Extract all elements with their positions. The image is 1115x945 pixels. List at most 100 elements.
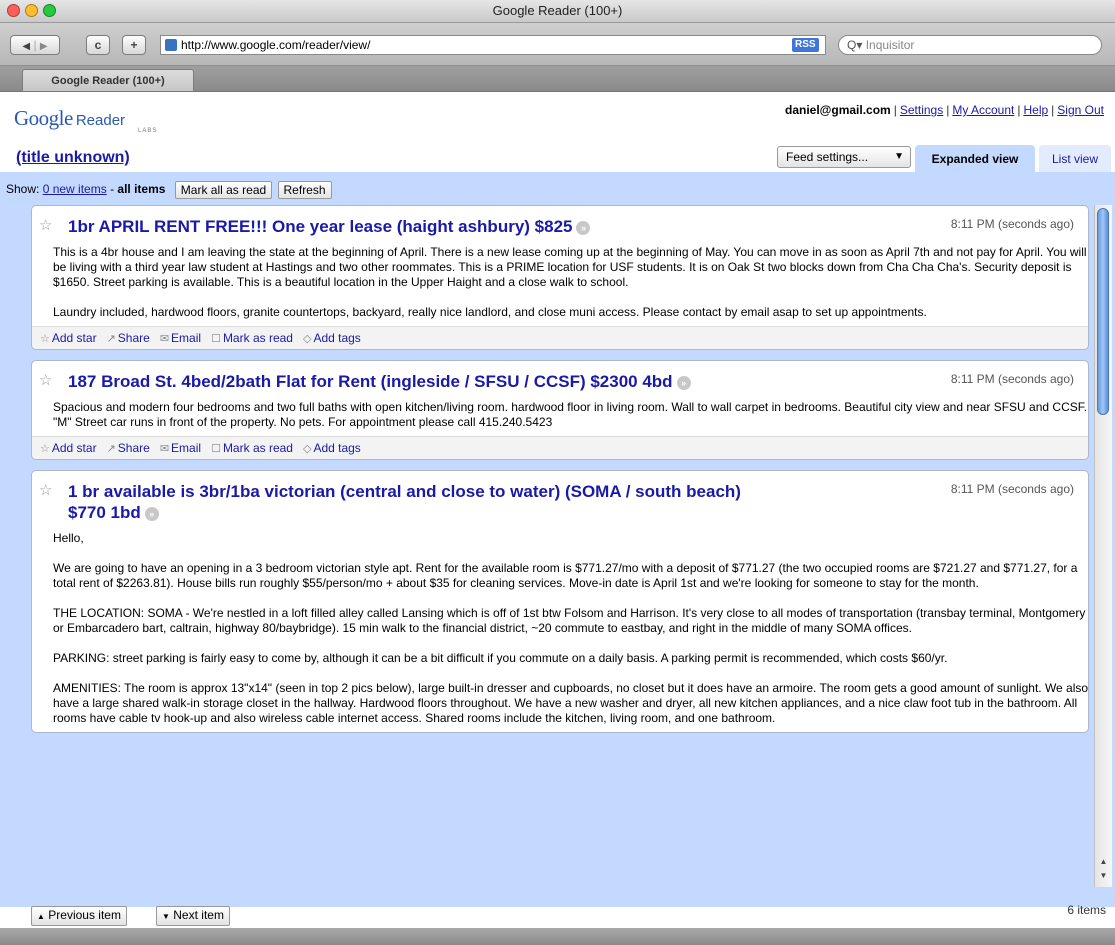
entry-paragraph: We are going to have an opening in a 3 b…: [53, 561, 1078, 590]
entry-action-add-star[interactable]: ☆ Add star: [40, 331, 97, 345]
entries-viewer: Show: 0 new items - all items Mark all a…: [0, 172, 1115, 926]
entry-star-icon[interactable]: ☆: [39, 216, 52, 234]
entry-action-label: Email: [171, 441, 202, 455]
entry-body: This is a 4br house and I am leaving the…: [53, 237, 1089, 326]
entry-main: ☆ 187 Broad St. 4bed/2bath Flat for Rent …: [32, 361, 1088, 436]
next-item-button[interactable]: ▼ Next item: [156, 906, 230, 926]
show-bar: Show: 0 new items - all items Mark all a…: [6, 179, 332, 199]
checkbox-icon: ☐: [211, 333, 221, 345]
entry-body: Spacious and modern four bedrooms and tw…: [53, 392, 1089, 436]
browser-toolbar: ◀ | ▶ c + http://www.google.com/reader/v…: [0, 23, 1115, 66]
entry-card[interactable]: ☆ 187 Broad St. 4bed/2bath Flat for Rent …: [31, 360, 1089, 460]
scrollbar[interactable]: ▲ ▼: [1094, 205, 1112, 887]
entry-paragraph: PARKING: street parking is fairly easy t…: [53, 651, 948, 665]
entry-action-share[interactable]: ↗ Share: [107, 441, 150, 455]
scrollbar-thumb[interactable]: [1097, 208, 1109, 415]
goto-link-icon[interactable]: »: [144, 506, 159, 521]
add-bookmark-button[interactable]: +: [122, 35, 146, 55]
star-outline-icon: ☆: [40, 333, 50, 345]
logo-reader-text: Reader: [75, 112, 126, 129]
browser-tab[interactable]: Google Reader (100+): [22, 69, 194, 91]
entry-action-add-tags[interactable]: ◇ Add tags: [303, 441, 361, 455]
previous-item-button[interactable]: ▲ Previous item: [31, 906, 127, 926]
entry-action-share[interactable]: ↗ Share: [107, 331, 150, 345]
entry-action-email[interactable]: ✉ Email: [160, 331, 201, 345]
entry-paragraph: AMENITIES: The room is approx 13"x14" (s…: [53, 681, 1089, 725]
entry-paragraph: This is a 4br house and I am leaving the…: [53, 245, 1087, 289]
back-arrow-icon[interactable]: ◀: [22, 41, 30, 52]
tab-list-view[interactable]: List view: [1039, 145, 1111, 172]
rss-button[interactable]: RSS: [792, 38, 819, 52]
back-forward-control[interactable]: ◀ | ▶: [10, 35, 60, 55]
show-dash: -: [110, 182, 115, 196]
entry-action-mark-as-read[interactable]: ☐ Mark as read: [211, 331, 293, 345]
window-title: Google Reader (100+): [492, 3, 623, 18]
entry-action-mark-as-read[interactable]: ☐ Mark as read: [211, 441, 293, 455]
entry-action-label: Share: [117, 441, 150, 455]
dropdown-arrow-icon: ▼: [894, 151, 904, 162]
up-triangle-icon: ▲: [37, 912, 45, 921]
logo-google-text: Google: [14, 106, 73, 130]
feed-settings-label: Feed settings...: [786, 150, 869, 164]
google-reader-logo[interactable]: Google Reader LABS: [14, 106, 156, 136]
user-bar: daniel@gmail.com | Settings | My Account | Hel…: [784, 103, 1104, 117]
scroll-down-arrow-icon[interactable]: ▼: [1095, 869, 1112, 883]
entry-title-text[interactable]: 187 Broad St. 4bed/2bath Flat for Rent (…: [68, 372, 673, 391]
entry-action-email[interactable]: ✉ Email: [160, 441, 201, 455]
share-icon: ↗: [106, 443, 116, 455]
entry-main: ☆ 1 br available is 3br/1ba victorian (ce…: [32, 471, 1088, 732]
entry-action-add-star[interactable]: ☆ Add star: [40, 441, 97, 455]
entry-star-icon[interactable]: ☆: [39, 371, 52, 389]
settings-link[interactable]: Settings: [900, 103, 943, 117]
entry-action-label: Add tags: [313, 331, 361, 345]
entry-title[interactable]: 187 Broad St. 4bed/2bath Flat for Rent (…: [68, 371, 768, 392]
entry-title[interactable]: 1 br available is 3br/1ba victorian (cen…: [68, 481, 768, 523]
window-titlebar: Google Reader (100+): [0, 0, 1115, 23]
tab-expanded-view[interactable]: Expanded view: [915, 145, 1035, 172]
next-item-label: Next item: [173, 908, 224, 922]
entry-action-label: Add tags: [313, 441, 361, 455]
entry-paragraph: Laundry included, hardwood floors, grani…: [53, 305, 927, 319]
sign-out-link[interactable]: Sign Out: [1057, 103, 1104, 117]
entry-card[interactable]: ☆ 1 br available is 3br/1ba victorian (ce…: [31, 470, 1089, 733]
tag-icon: ◇: [302, 333, 312, 345]
search-field[interactable]: Q▾ Inquisitor: [838, 35, 1102, 55]
scroll-up-arrow-icon[interactable]: ▲: [1095, 855, 1112, 869]
entry-paragraph: THE LOCATION: SOMA - We're nestled in a …: [53, 606, 1086, 635]
entry-paragraph: Hello,: [53, 531, 84, 545]
feed-settings-dropdown[interactable]: Feed settings... ▼: [777, 146, 911, 168]
entry-body: Hello, We are going to have an opening in…: [53, 523, 1089, 732]
mark-all-read-button[interactable]: Mark all as read: [174, 180, 273, 199]
entry-title[interactable]: 1br APRIL RENT FREE!!! One year lease (h…: [68, 216, 768, 237]
browser-tabbar: Google Reader (100+): [0, 66, 1115, 92]
entry-action-label: Share: [117, 331, 150, 345]
entry-star-icon[interactable]: ☆: [39, 481, 52, 499]
goto-link-icon[interactable]: »: [576, 220, 591, 235]
checkbox-icon: ☐: [211, 443, 221, 455]
share-icon: ↗: [106, 333, 116, 345]
show-label: Show:: [6, 182, 40, 196]
entry-title-text[interactable]: 1 br available is 3br/1ba victorian (cen…: [68, 482, 741, 522]
entry-title-text[interactable]: 1br APRIL RENT FREE!!! One year lease (h…: [68, 217, 572, 236]
item-count: 6 items: [1067, 903, 1106, 917]
email-icon: ✉: [159, 333, 170, 345]
email-icon: ✉: [159, 443, 170, 455]
url-text: http://www.google.com/reader/view/: [181, 38, 371, 52]
previous-item-label: Previous item: [48, 908, 121, 922]
goto-link-icon[interactable]: »: [676, 375, 691, 390]
entry-card[interactable]: ☆ 1br APRIL RENT FREE!!! One year lease (…: [31, 205, 1089, 350]
reload-button[interactable]: c: [86, 35, 110, 55]
down-triangle-icon: ▼: [162, 912, 170, 921]
entry-action-add-tags[interactable]: ◇ Add tags: [303, 331, 361, 345]
feed-title[interactable]: (title unknown): [16, 149, 130, 167]
entry-date: 8:11 PM (seconds ago): [950, 482, 1074, 496]
refresh-button[interactable]: Refresh: [277, 180, 332, 199]
help-link[interactable]: Help: [1023, 103, 1048, 117]
entry-date: 8:11 PM (seconds ago): [950, 217, 1074, 231]
url-field[interactable]: http://www.google.com/reader/view/: [160, 35, 826, 55]
viewer-footer: ▲ Previous item ▼ Next item 6 items: [0, 899, 1115, 929]
entry-action-label: Mark as read: [222, 441, 293, 455]
my-account-link[interactable]: My Account: [952, 103, 1014, 117]
new-items-link[interactable]: 0 new items: [43, 182, 107, 196]
forward-arrow-icon[interactable]: ▶: [40, 41, 48, 52]
